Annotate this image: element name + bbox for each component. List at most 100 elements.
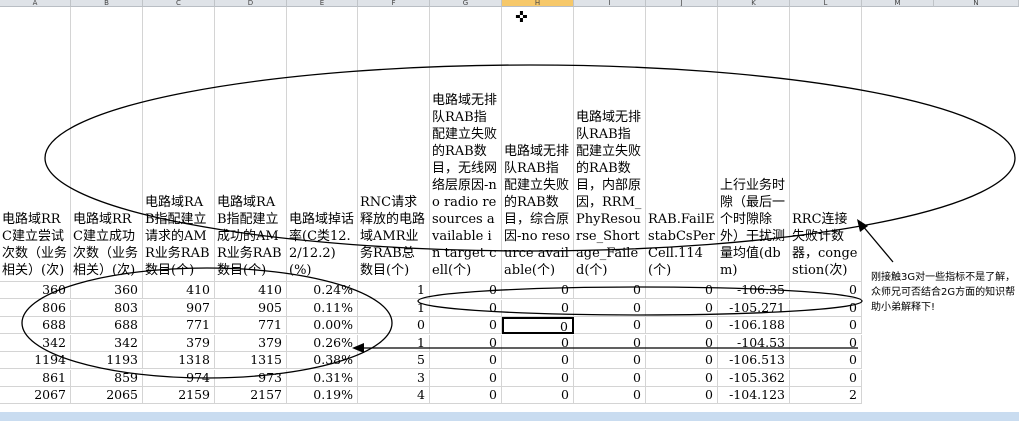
table-cell[interactable]: 0	[574, 334, 646, 352]
table-cell[interactable]: 0	[502, 282, 574, 299]
table-cell[interactable]: 0	[790, 334, 862, 352]
column-header-l[interactable]: L	[790, 0, 862, 7]
table-cell[interactable]: 0	[574, 282, 646, 299]
table-cell[interactable]: 0	[502, 352, 574, 369]
table-cell[interactable]: 0	[430, 334, 502, 352]
table-cell[interactable]: 360	[71, 282, 143, 299]
table-cell[interactable]: 3	[358, 369, 430, 387]
table-cell[interactable]: 1	[358, 334, 430, 352]
table-cell[interactable]: -105.271	[718, 299, 790, 317]
table-cell[interactable]: -105.362	[718, 369, 790, 387]
horizontal-scrollbar[interactable]	[0, 412, 1019, 421]
header-cell[interactable]: 电路域RAB指配建立请求的AMR业务RAB数目(个)	[143, 7, 215, 282]
table-cell[interactable]: -104.53	[718, 334, 790, 352]
table-cell[interactable]: 0.26%	[287, 334, 358, 352]
column-header-f[interactable]: F	[358, 0, 430, 7]
table-cell[interactable]: 0	[502, 369, 574, 387]
table-cell[interactable]: 0	[502, 387, 574, 404]
table-cell[interactable]: 0	[430, 369, 502, 387]
table-cell[interactable]: 688	[0, 317, 71, 334]
table-cell[interactable]: 379	[143, 334, 215, 352]
header-cell[interactable]: RRC连接失败计数器，congestion(次)	[790, 7, 862, 282]
table-cell[interactable]: 0.24%	[287, 282, 358, 299]
header-cell[interactable]: 电路域掉话率(C类12.2/12.2)(%)	[287, 7, 358, 282]
column-header-e[interactable]: E	[287, 0, 358, 7]
table-cell[interactable]: 379	[215, 334, 287, 352]
table-cell[interactable]: -104.123	[718, 387, 790, 404]
table-cell[interactable]: 0	[646, 317, 718, 334]
table-cell[interactable]: 861	[0, 369, 71, 387]
column-header-j[interactable]: J	[646, 0, 718, 7]
column-header-h[interactable]: H	[502, 0, 574, 7]
header-cell[interactable]: 电路域无排队RAB指配建立失败的RAB数目，内部原因，RRM_PhyResour…	[574, 7, 646, 282]
table-cell[interactable]: 0	[430, 282, 502, 299]
table-cell[interactable]: 0.31%	[287, 369, 358, 387]
table-cell[interactable]: 2065	[71, 387, 143, 404]
table-cell[interactable]: -106.513	[718, 352, 790, 369]
table-cell[interactable]: 2	[790, 387, 862, 404]
column-header-m[interactable]: M	[862, 0, 934, 7]
table-cell[interactable]: 974	[143, 369, 215, 387]
table-cell[interactable]: 0	[790, 369, 862, 387]
table-cell[interactable]: 0	[574, 317, 646, 334]
table-cell[interactable]: 0.11%	[287, 299, 358, 317]
table-cell[interactable]: 905	[215, 299, 287, 317]
table-cell[interactable]: 0	[646, 282, 718, 299]
table-cell[interactable]: 0	[430, 352, 502, 369]
table-cell[interactable]: 0	[646, 387, 718, 404]
table-cell[interactable]: 342	[0, 334, 71, 352]
header-cell[interactable]: 电路域RRC建立尝试次数（业务相关）(次)	[0, 7, 71, 282]
table-cell[interactable]: 0	[430, 299, 502, 317]
table-cell[interactable]: 0	[502, 334, 574, 352]
table-cell[interactable]: 0	[502, 299, 574, 317]
table-cell[interactable]: 1	[358, 282, 430, 299]
table-cell[interactable]: 1	[358, 299, 430, 317]
table-cell[interactable]: 0	[790, 282, 862, 299]
table-cell[interactable]: 0	[574, 369, 646, 387]
table-cell[interactable]: 4	[358, 387, 430, 404]
active-cell[interactable]: 0	[502, 317, 574, 334]
column-header-c[interactable]: C	[143, 0, 215, 7]
table-cell[interactable]: 0.38%	[287, 352, 358, 369]
table-cell[interactable]: -106.35	[718, 282, 790, 299]
table-cell[interactable]: 0.00%	[287, 317, 358, 334]
table-cell[interactable]: 0.19%	[287, 387, 358, 404]
table-cell[interactable]: 360	[0, 282, 71, 299]
table-cell[interactable]: 1193	[71, 352, 143, 369]
table-cell[interactable]: 342	[71, 334, 143, 352]
column-header-d[interactable]: D	[215, 0, 287, 7]
table-cell[interactable]: 806	[0, 299, 71, 317]
table-cell[interactable]: 0	[790, 317, 862, 334]
header-cell[interactable]: 电路域RAB指配建立成功的AMR业务RAB数目(个)	[215, 7, 287, 282]
table-cell[interactable]: 973	[215, 369, 287, 387]
table-cell[interactable]: 771	[215, 317, 287, 334]
table-cell[interactable]: 0	[574, 352, 646, 369]
table-cell[interactable]: 859	[71, 369, 143, 387]
table-cell[interactable]: 0	[574, 387, 646, 404]
table-cell[interactable]: 1194	[0, 352, 71, 369]
table-cell[interactable]: 688	[71, 317, 143, 334]
column-header-a[interactable]: A	[0, 0, 71, 7]
table-cell[interactable]: 0	[790, 299, 862, 317]
column-header-n[interactable]: N	[934, 0, 1019, 7]
table-cell[interactable]: 0	[646, 352, 718, 369]
column-header-b[interactable]: B	[71, 0, 143, 7]
header-cell[interactable]: 电路域无排队RAB指配建立失败的RAB数目，综合原因-no resource a…	[502, 7, 574, 282]
table-cell[interactable]: 771	[143, 317, 215, 334]
table-cell[interactable]: 0	[646, 299, 718, 317]
column-header-k[interactable]: K	[718, 0, 790, 7]
table-cell[interactable]: 0	[430, 317, 502, 334]
header-cell[interactable]: RAB.FailEstabCsPerCell.114(个)	[646, 7, 718, 282]
column-header-i[interactable]: I	[574, 0, 646, 7]
table-cell[interactable]: 410	[143, 282, 215, 299]
header-cell[interactable]: 上行业务时隙（最后一个时隙除外）干扰测量均值(dbm)	[718, 7, 790, 282]
header-cell[interactable]: 电路域RRC建立成功次数（业务相关）(次)	[71, 7, 143, 282]
header-cell[interactable]: RNC请求释放的电路域AMR业务RAB总数目(个)	[358, 7, 430, 282]
table-cell[interactable]: 0	[646, 334, 718, 352]
table-cell[interactable]: 5	[358, 352, 430, 369]
table-cell[interactable]: 907	[143, 299, 215, 317]
table-cell[interactable]: 2067	[0, 387, 71, 404]
table-cell[interactable]: 2159	[143, 387, 215, 404]
table-cell[interactable]: 1315	[215, 352, 287, 369]
table-cell[interactable]: 410	[215, 282, 287, 299]
